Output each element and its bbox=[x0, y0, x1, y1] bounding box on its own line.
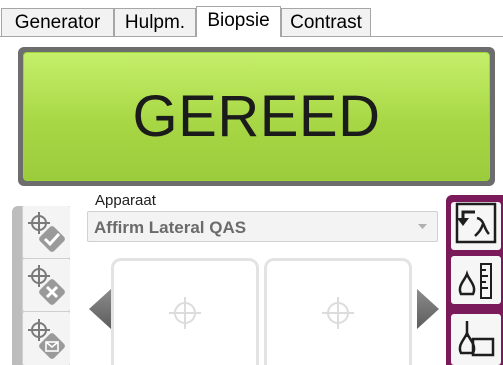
tab-contrast[interactable]: Contrast bbox=[281, 8, 371, 36]
accept-target-button[interactable] bbox=[23, 206, 70, 258]
status-text: GEREED bbox=[132, 84, 381, 149]
chevron-down-icon bbox=[418, 224, 427, 229]
biopsy-device-button[interactable] bbox=[448, 311, 503, 365]
right-toolbar bbox=[446, 195, 503, 365]
tab-generator[interactable]: Generator bbox=[1, 8, 114, 36]
exchange-view-icon bbox=[455, 202, 496, 244]
crosshair-icon bbox=[322, 297, 354, 329]
target-send-icon bbox=[27, 318, 65, 359]
next-target-arrow-icon[interactable] bbox=[417, 289, 439, 329]
target-slot-1[interactable] bbox=[111, 258, 259, 365]
tab-strip: Generator Hulpm. Biopsie Contrast bbox=[0, 0, 503, 37]
status-frame: GEREED bbox=[18, 47, 495, 186]
biopsy-device-icon bbox=[458, 321, 494, 357]
target-delete-icon bbox=[27, 265, 65, 305]
needle-length-button[interactable] bbox=[448, 253, 503, 309]
left-toolbar bbox=[12, 206, 70, 365]
target-slot-2[interactable] bbox=[264, 258, 412, 365]
target-accept-icon bbox=[27, 212, 65, 252]
device-dropdown-value: Affirm Lateral QAS bbox=[94, 218, 247, 237]
tab-biopsie[interactable]: Biopsie bbox=[196, 6, 281, 37]
tab-hulpm[interactable]: Hulpm. bbox=[114, 8, 196, 36]
previous-target-arrow-icon[interactable] bbox=[89, 289, 111, 329]
delete-target-button[interactable] bbox=[23, 259, 70, 311]
exchange-view-button[interactable] bbox=[448, 195, 503, 251]
needle-length-icon bbox=[458, 263, 492, 299]
device-dropdown[interactable]: Affirm Lateral QAS bbox=[87, 211, 438, 242]
crosshair-icon bbox=[169, 297, 201, 329]
status-panel: GEREED bbox=[23, 52, 490, 181]
send-target-button[interactable] bbox=[23, 312, 70, 365]
device-label: Apparaat bbox=[95, 192, 156, 209]
